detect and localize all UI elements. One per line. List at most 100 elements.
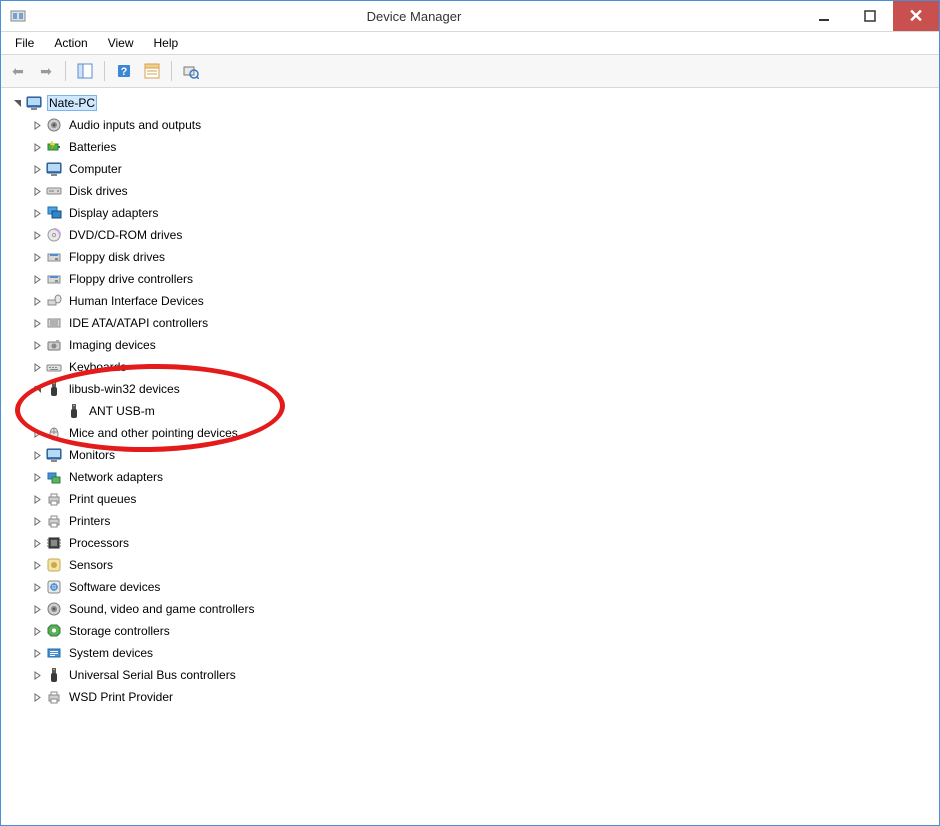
expand-icon[interactable]	[31, 361, 43, 373]
expand-icon[interactable]	[31, 493, 43, 505]
tree-item-label[interactable]: ANT USB-m	[87, 403, 157, 419]
back-button[interactable]: ⬅	[5, 58, 31, 84]
expand-icon[interactable]	[31, 581, 43, 593]
tree-item-label[interactable]: Monitors	[67, 447, 117, 463]
expand-icon[interactable]	[31, 625, 43, 637]
tree-item-label[interactable]: Keyboards	[67, 359, 128, 375]
expand-icon[interactable]	[31, 669, 43, 681]
tree-item-sound[interactable]: Sound, video and game controllers	[25, 598, 939, 620]
tree-item-system[interactable]: System devices	[25, 642, 939, 664]
tree-item-software[interactable]: Software devices	[25, 576, 939, 598]
expand-icon[interactable]	[31, 449, 43, 461]
tree-item-label[interactable]: Display adapters	[67, 205, 160, 221]
toolbar: ⬅ ➡ ?	[1, 55, 939, 88]
menu-view[interactable]: View	[98, 34, 144, 52]
tree-root[interactable]: Nate-PC	[5, 92, 939, 114]
tree-item-label[interactable]: Floppy disk drives	[67, 249, 167, 265]
tree-item-printq[interactable]: Print queues	[25, 488, 939, 510]
tree-item-floppyctl[interactable]: Floppy drive controllers	[25, 268, 939, 290]
tree-item-label[interactable]: Batteries	[67, 139, 118, 155]
tree-item-label[interactable]: Mice and other pointing devices	[67, 425, 240, 441]
expand-icon[interactable]	[31, 185, 43, 197]
tree-item-label[interactable]: Network adapters	[67, 469, 165, 485]
tree-item-network[interactable]: Network adapters	[25, 466, 939, 488]
expand-icon[interactable]	[31, 537, 43, 549]
tree-item-label[interactable]: Computer	[67, 161, 124, 177]
collapse-icon[interactable]	[11, 97, 23, 109]
tree-item-label[interactable]: Printers	[67, 513, 112, 529]
tree-item-disk[interactable]: Disk drives	[25, 180, 939, 202]
tree-item-libusb[interactable]: libusb-win32 devices	[25, 378, 939, 400]
expand-icon[interactable]	[31, 141, 43, 153]
menu-file[interactable]: File	[5, 34, 44, 52]
menu-action[interactable]: Action	[44, 34, 97, 52]
tree-item-imaging[interactable]: Imaging devices	[25, 334, 939, 356]
tree-item-floppy[interactable]: Floppy disk drives	[25, 246, 939, 268]
expand-icon[interactable]	[31, 119, 43, 131]
tree-item-batteries[interactable]: Batteries	[25, 136, 939, 158]
minimize-button[interactable]	[801, 1, 847, 31]
expand-icon[interactable]	[31, 295, 43, 307]
tree-item-label[interactable]: DVD/CD-ROM drives	[67, 227, 184, 243]
expand-icon[interactable]	[31, 515, 43, 527]
tree-item-antusbm[interactable]: ANT USB-m	[45, 400, 939, 422]
tree-item-audio[interactable]: Audio inputs and outputs	[25, 114, 939, 136]
tree-item-monitors[interactable]: Monitors	[25, 444, 939, 466]
tree-item-label[interactable]: Disk drives	[67, 183, 130, 199]
tree-item-wsd[interactable]: WSD Print Provider	[25, 686, 939, 708]
tree-item-processors[interactable]: Processors	[25, 532, 939, 554]
expand-icon[interactable]	[31, 251, 43, 263]
tree-item-hid[interactable]: Human Interface Devices	[25, 290, 939, 312]
tree-item-label[interactable]: System devices	[67, 645, 155, 661]
scan-hardware-button[interactable]	[178, 58, 204, 84]
tree-item-sensors[interactable]: Sensors	[25, 554, 939, 576]
menu-help[interactable]: Help	[144, 34, 189, 52]
tree-item-label[interactable]: Audio inputs and outputs	[67, 117, 203, 133]
title-bar: Device Manager ✕	[1, 1, 939, 32]
tree-item-computer[interactable]: Computer	[25, 158, 939, 180]
tree-item-label[interactable]: Software devices	[67, 579, 162, 595]
forward-button[interactable]: ➡	[33, 58, 59, 84]
expand-icon[interactable]	[31, 603, 43, 615]
show-hide-tree-button[interactable]	[72, 58, 98, 84]
expand-icon[interactable]	[31, 207, 43, 219]
collapse-icon[interactable]	[31, 383, 43, 395]
expand-icon[interactable]	[31, 229, 43, 241]
tree-item-label[interactable]: Sensors	[67, 557, 115, 573]
properties-button[interactable]	[139, 58, 165, 84]
tree-item-keyboards[interactable]: Keyboards	[25, 356, 939, 378]
expand-icon[interactable]	[31, 317, 43, 329]
display-icon	[45, 204, 63, 222]
tree-item-storagectl[interactable]: Storage controllers	[25, 620, 939, 642]
expand-icon[interactable]	[31, 471, 43, 483]
expand-icon[interactable]	[31, 273, 43, 285]
expand-icon[interactable]	[31, 427, 43, 439]
tree-item-label[interactable]: Storage controllers	[67, 623, 172, 639]
tree-item-mice[interactable]: Mice and other pointing devices	[25, 422, 939, 444]
expand-icon[interactable]	[31, 647, 43, 659]
tree-item-display[interactable]: Display adapters	[25, 202, 939, 224]
tree-item-dvd[interactable]: DVD/CD-ROM drives	[25, 224, 939, 246]
tree-item-label[interactable]: Floppy drive controllers	[67, 271, 195, 287]
tree-item-label[interactable]: IDE ATA/ATAPI controllers	[67, 315, 210, 331]
tree-item-label[interactable]: Imaging devices	[67, 337, 158, 353]
expand-icon[interactable]	[31, 559, 43, 571]
root-label[interactable]: Nate-PC	[47, 95, 97, 111]
close-button[interactable]: ✕	[893, 1, 939, 31]
maximize-button[interactable]	[847, 1, 893, 31]
expand-icon[interactable]	[31, 339, 43, 351]
tree-item-label[interactable]: Processors	[67, 535, 131, 551]
tree-item-label[interactable]: Sound, video and game controllers	[67, 601, 256, 617]
tree-item-ide[interactable]: IDE ATA/ATAPI controllers	[25, 312, 939, 334]
tree-item-printers[interactable]: Printers	[25, 510, 939, 532]
device-tree[interactable]: Nate-PC Audio inputs and outputs Batteri…	[1, 88, 939, 825]
tree-item-label[interactable]: Print queues	[67, 491, 138, 507]
tree-item-label[interactable]: WSD Print Provider	[67, 689, 175, 705]
expand-icon[interactable]	[31, 163, 43, 175]
tree-item-label[interactable]: Human Interface Devices	[67, 293, 206, 309]
tree-item-label[interactable]: libusb-win32 devices	[67, 381, 182, 397]
expand-icon[interactable]	[31, 691, 43, 703]
tree-item-label[interactable]: Universal Serial Bus controllers	[67, 667, 238, 683]
tree-item-usb[interactable]: Universal Serial Bus controllers	[25, 664, 939, 686]
help-button[interactable]: ?	[111, 58, 137, 84]
